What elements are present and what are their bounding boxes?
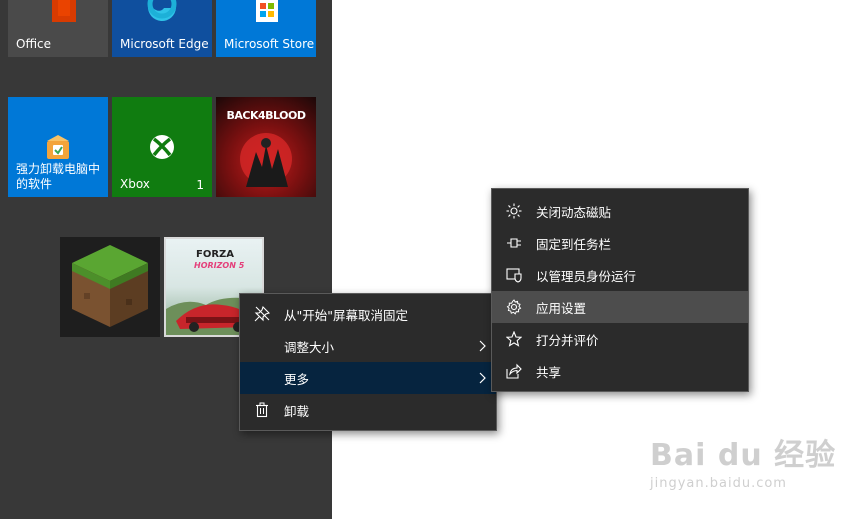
submenu-item-rate-and-review[interactable]: 打分并评价 (492, 323, 748, 355)
edge-icon (147, 0, 177, 22)
tile-microsoft-edge[interactable]: Microsoft Edge (112, 0, 212, 57)
tile-edge-label: Microsoft Edge (120, 37, 209, 51)
menu-item-unpin-from-start[interactable]: 从"开始"屏幕取消固定 (240, 298, 496, 330)
baidu-jingyan-watermark: Bai du 经验 jingyan.baidu.com (650, 438, 837, 491)
minecraft-grass-block-icon (72, 245, 148, 327)
submenu-item-share[interactable]: 共享 (492, 355, 748, 387)
submenu-item-app-settings[interactable]: 应用设置 (492, 291, 748, 323)
admin-shield-icon (492, 267, 536, 283)
office-icon (52, 0, 76, 22)
back-4-blood-logo-text: BACK4BLOOD (226, 109, 306, 122)
uninstaller-box-icon (47, 135, 69, 159)
tile-store-label: Microsoft Store (224, 37, 315, 51)
tile-xbox[interactable]: Xbox 1 (112, 97, 212, 197)
xbox-icon (150, 135, 174, 159)
more-submenu: 关闭动态磁贴 固定到任务栏 以管理员身份运行 应用设置 打分并评价 共享 (491, 188, 749, 392)
tile-xbox-badge: 1 (196, 178, 204, 192)
trash-icon (240, 402, 284, 418)
tile-minecraft[interactable] (60, 237, 160, 337)
tile-context-menu: 从"开始"屏幕取消固定 调整大小 更多 卸载 (239, 293, 497, 431)
share-icon (492, 363, 536, 379)
menu-item-resize[interactable]: 调整大小 (240, 330, 496, 362)
tile-uninstaller-label: 强力卸载电脑中的软件 (16, 162, 101, 191)
tile-office-label: Office (16, 37, 52, 51)
tile-office[interactable]: Office (8, 0, 108, 57)
unpin-icon (240, 306, 284, 322)
submenu-item-pin-to-taskbar[interactable]: 固定到任务栏 (492, 227, 748, 259)
live-tile-off-icon (492, 203, 536, 219)
tile-uninstaller[interactable]: 强力卸载电脑中的软件 (8, 97, 108, 197)
submenu-item-turn-off-live-tile[interactable]: 关闭动态磁贴 (492, 195, 748, 227)
menu-item-uninstall[interactable]: 卸载 (240, 394, 496, 426)
forza-logo-sub: HORIZON 5 (194, 261, 245, 270)
start-menu-panel: Office Microsoft Edge Microsoft Store 强力… (0, 0, 332, 519)
tile-back-4-blood[interactable]: BACK4BLOOD (216, 97, 316, 197)
pin-taskbar-icon (492, 235, 536, 251)
star-icon (492, 331, 536, 347)
menu-item-more[interactable]: 更多 (240, 362, 496, 394)
tile-xbox-label: Xbox (120, 177, 150, 191)
tile-microsoft-store[interactable]: Microsoft Store (216, 0, 316, 57)
forza-logo-text: FORZA (196, 249, 235, 260)
store-icon (256, 0, 278, 22)
gear-icon (492, 299, 536, 315)
submenu-item-run-as-admin[interactable]: 以管理员身份运行 (492, 259, 748, 291)
